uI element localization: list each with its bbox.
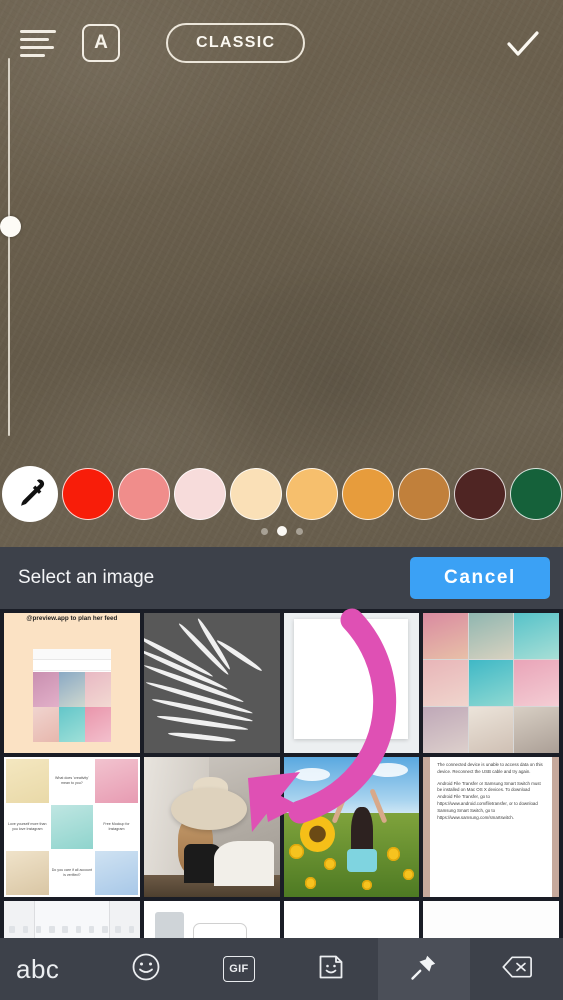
thumb-app-store-install[interactable]: INSTALL — [143, 901, 280, 938]
image-picker-title: Select an image — [18, 567, 155, 588]
app-root: A CLASSIC Select an image Cancel @previe… — [0, 0, 563, 1000]
gif-icon-label: GIF — [229, 963, 249, 975]
tool-sticker[interactable] — [285, 938, 378, 1000]
page-dot-active[interactable] — [276, 526, 287, 536]
size-slider-track[interactable] — [8, 58, 10, 436]
image-picker-header: Select an image Cancel — [0, 547, 563, 609]
tpl-cell — [95, 759, 138, 803]
tpl-cell: Do you care if all account is verified? — [50, 851, 94, 895]
smiley-face-icon — [131, 952, 161, 987]
backspace-icon — [502, 952, 532, 987]
thumb-palm-shadow[interactable] — [143, 613, 280, 753]
style-button-label: CLASSIC — [196, 34, 276, 51]
style-classic-button[interactable]: CLASSIC — [166, 23, 306, 63]
thumb-instagram-template-collage[interactable]: What does 'creativity' mean to you? Love… — [4, 757, 140, 897]
checkmark-icon[interactable] — [503, 24, 543, 64]
size-slider-handle[interactable] — [0, 216, 21, 237]
tpl-cell — [6, 759, 49, 803]
tpl-cell: What does 'creativity' mean to you? — [50, 759, 94, 803]
cancel-button-label: Cancel — [444, 567, 516, 588]
color-swatch-red[interactable] — [62, 468, 114, 520]
text-align-icon[interactable] — [20, 26, 60, 60]
tpl-cell — [50, 805, 94, 849]
page-dot[interactable] — [295, 527, 303, 535]
tpl-cell — [6, 851, 49, 895]
eyedropper-icon[interactable] — [2, 466, 58, 522]
thumb-travel-collage[interactable] — [423, 613, 559, 753]
color-palette — [0, 460, 563, 547]
thumb-keyboard[interactable] — [4, 901, 140, 938]
thumb-blank-white[interactable] — [423, 901, 559, 938]
thumb-woman-with-hat[interactable] — [143, 757, 280, 897]
tpl-cell — [95, 851, 138, 895]
tool-abc[interactable]: abc — [0, 938, 100, 1000]
color-swatch-pale-pink[interactable] — [174, 468, 226, 520]
sticker-icon — [316, 952, 346, 987]
palette-page-dots — [0, 526, 563, 536]
color-swatch-cream[interactable] — [230, 468, 282, 520]
top-toolbar: A CLASSIC — [0, 0, 563, 86]
font-button-label: A — [94, 32, 108, 53]
font-A-icon[interactable]: A — [82, 24, 120, 62]
tool-emoji[interactable] — [100, 938, 193, 1000]
abc-text-icon: abc — [16, 953, 60, 984]
pushpin-icon — [409, 952, 439, 987]
paper-sheet — [294, 618, 409, 739]
bottom-toolbar: abc GIF — [0, 938, 563, 1000]
color-swatch-light-orange[interactable] — [286, 468, 338, 520]
color-swatch-row — [0, 464, 563, 524]
tpl-cell: Love yourself more than you love Instagr… — [6, 805, 49, 849]
color-swatch-dark-green[interactable] — [510, 468, 562, 520]
thumb-usb-error-text[interactable]: The connected device is unable to access… — [423, 757, 559, 897]
page-dot[interactable] — [260, 527, 268, 535]
phone-mockup — [32, 649, 112, 742]
cloud-outline-icon — [292, 909, 411, 938]
cancel-button[interactable]: Cancel — [410, 557, 550, 599]
gif-icon: GIF — [222, 956, 255, 982]
color-swatch-orange[interactable] — [342, 468, 394, 520]
image-thumbnail-grid[interactable]: @preview.app to plan her feed What does … — [0, 609, 563, 938]
thumb-preview-app-promo[interactable]: @preview.app to plan her feed — [4, 613, 140, 753]
tool-backspace[interactable] — [470, 938, 563, 1000]
thumb-caption: @preview.app to plan her feed — [26, 615, 118, 622]
error-paragraph-2: Android File Transfer or Samsung Smart S… — [437, 780, 541, 820]
color-swatch-salmon-pink[interactable] — [118, 468, 170, 520]
thumb-blank-paper[interactable] — [283, 613, 420, 753]
tool-gif[interactable]: GIF — [193, 938, 286, 1000]
tpl-cell: Free Mockup for Instagram — [95, 805, 138, 849]
color-swatch-dark-maroon[interactable] — [454, 468, 506, 520]
thumb-sunflower-field[interactable] — [283, 757, 420, 897]
thumb-cloud-doodle[interactable] — [283, 901, 420, 938]
tool-pin[interactable] — [377, 938, 471, 1000]
app-category-tag — [192, 923, 247, 938]
error-paragraph-1: The connected device is unable to access… — [437, 762, 543, 774]
color-swatch-bronze[interactable] — [398, 468, 450, 520]
